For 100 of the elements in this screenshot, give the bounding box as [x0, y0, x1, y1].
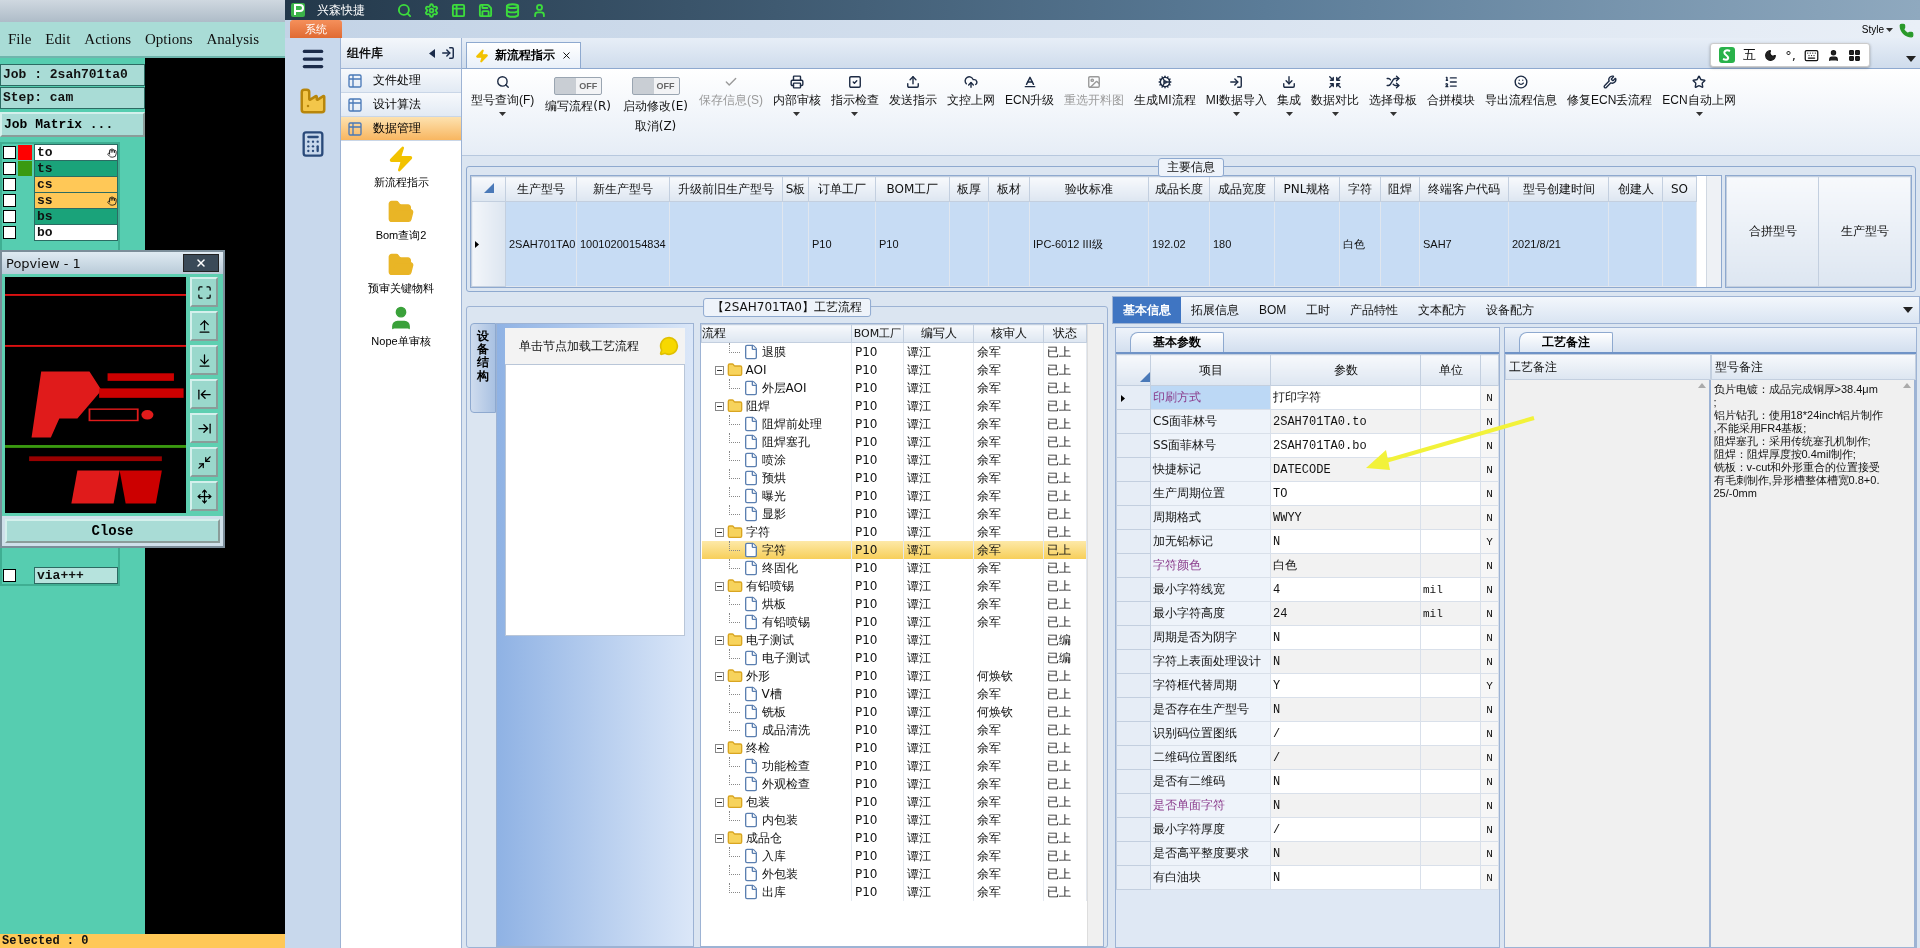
- view-button[interactable]: [190, 379, 218, 409]
- tree-row[interactable]: 阻焊前处理 P10 谭江 余军 已上: [701, 415, 1087, 433]
- tab[interactable]: 产品特性: [1340, 297, 1409, 323]
- tab[interactable]: 拓展信息: [1181, 297, 1249, 323]
- side-tab[interactable]: 设备结构: [470, 323, 496, 413]
- collapse-icon[interactable]: [714, 527, 724, 537]
- person-icon[interactable]: [1827, 48, 1840, 62]
- tab[interactable]: BOM: [1249, 297, 1297, 323]
- tree-row[interactable]: 电子测试 P10 谭江 已编: [701, 649, 1087, 667]
- toolbar-button[interactable]: 导出流程信息: [1480, 73, 1562, 111]
- dropdown-button[interactable]: [1906, 56, 1916, 62]
- collapse-icon[interactable]: [714, 581, 724, 591]
- menu-item[interactable]: Analysis: [206, 30, 260, 48]
- category-item[interactable]: 设计算法: [341, 93, 461, 117]
- toolbar-button[interactable]: 合拼模块: [1422, 73, 1480, 111]
- keyboard-icon[interactable]: [1804, 47, 1819, 63]
- toolbar-button[interactable]: ECN升级: [1000, 73, 1060, 111]
- toolbar-button[interactable]: ECN自动上网: [1657, 73, 1741, 118]
- toolbar-button[interactable]: 选择母板: [1364, 73, 1422, 118]
- toolbar-button[interactable]: 生成MI流程: [1129, 73, 1201, 111]
- table-icon[interactable]: [451, 2, 466, 18]
- sign-in-icon[interactable]: [441, 46, 455, 60]
- view-button[interactable]: [190, 277, 218, 307]
- tree-row[interactable]: 终固化 P10 谭江 余军 已上: [701, 559, 1087, 577]
- collapse-icon[interactable]: [714, 365, 724, 375]
- tree-row[interactable]: 烘板 P10 谭江 余军 已上: [701, 595, 1087, 613]
- layer-checkbox[interactable]: [3, 146, 16, 159]
- toolbar-button[interactable]: MI数据导入: [1200, 73, 1272, 118]
- scrollbar[interactable]: [1706, 176, 1721, 287]
- toolbar-button[interactable]: 指示检查: [826, 73, 884, 118]
- toggle-switch[interactable]: OFF: [554, 77, 603, 95]
- layer-name[interactable]: via+++: [34, 567, 118, 584]
- style-menu[interactable]: Style: [1861, 24, 1893, 38]
- tool-button[interactable]: 新流程指示: [341, 141, 461, 194]
- close-button[interactable]: [183, 254, 219, 272]
- tree-row[interactable]: 成品仓 P10 谭江 余军 已上: [701, 829, 1087, 847]
- grid-icon[interactable]: [1848, 48, 1861, 62]
- collapse-icon[interactable]: [429, 48, 435, 58]
- tree-row[interactable]: 有铅喷锡 P10 谭江 余军 已上: [701, 577, 1087, 595]
- tree-row[interactable]: 出库 P10 谭江 余军 已上: [701, 883, 1087, 901]
- tree-row[interactable]: 曝光 P10 谭江 余军 已上: [701, 487, 1087, 505]
- scrollbar[interactable]: [1087, 324, 1103, 946]
- tree-row[interactable]: 功能检查 P10 谭江 余军 已上: [701, 757, 1087, 775]
- menu-item[interactable]: File: [8, 30, 32, 48]
- collapse-icon[interactable]: [714, 671, 724, 681]
- tree-row[interactable]: 喷涂 P10 谭江 余军 已上: [701, 451, 1087, 469]
- moon-icon[interactable]: [1764, 48, 1778, 62]
- view-button[interactable]: [190, 311, 218, 341]
- toolbar-button[interactable]: 集成: [1272, 73, 1306, 118]
- tree-row[interactable]: 铣板 P10 谭江 何焕钦 已上: [701, 703, 1087, 721]
- menu-item[interactable]: Actions: [84, 30, 131, 48]
- view-button[interactable]: [190, 481, 218, 511]
- database-icon[interactable]: [505, 2, 520, 18]
- tree-row[interactable]: 外包装 P10 谭江 余军 已上: [701, 865, 1087, 883]
- collapse-icon[interactable]: [714, 797, 724, 807]
- document-tab[interactable]: 新流程指示: [466, 42, 581, 68]
- layer-checkbox[interactable]: [3, 226, 16, 239]
- tree-row[interactable]: 外观检查 P10 谭江 余军 已上: [701, 775, 1087, 793]
- pane-tab[interactable]: 基本参数: [1130, 332, 1224, 352]
- collapse-icon[interactable]: [714, 833, 724, 843]
- toolbar-button[interactable]: 修复ECN丢流程: [1562, 73, 1658, 111]
- toolbar-button[interactable]: 型号查询(F): [466, 73, 540, 118]
- tool-button[interactable]: Nope单审核: [341, 300, 461, 353]
- tree-row[interactable]: 入库 P10 谭江 余军 已上: [701, 847, 1087, 865]
- close-icon[interactable]: [561, 50, 572, 61]
- tree-row[interactable]: 电子测试 P10 谭江 已编: [701, 631, 1087, 649]
- view-button[interactable]: [190, 447, 218, 477]
- view-button[interactable]: [190, 413, 218, 443]
- menu-item[interactable]: Edit: [45, 30, 71, 48]
- tree-row[interactable]: 预烘 P10 谭江 余军 已上: [701, 469, 1087, 487]
- toolbar-button[interactable]: 内部审核: [768, 73, 826, 118]
- toggle-switch[interactable]: OFF: [631, 77, 680, 95]
- toolbar-button[interactable]: 发送指示: [884, 73, 942, 111]
- tool-button[interactable]: 预审关键物料: [341, 247, 461, 300]
- search-icon[interactable]: [397, 2, 412, 18]
- tab[interactable]: 工时: [1296, 297, 1341, 323]
- category-item[interactable]: 文件处理: [341, 69, 461, 93]
- tab[interactable]: 文本配方: [1408, 297, 1477, 323]
- job-matrix-button[interactable]: Job Matrix ...: [0, 112, 145, 137]
- layer-checkbox[interactable]: [3, 162, 16, 175]
- layer-checkbox[interactable]: [3, 178, 16, 191]
- tree-row[interactable]: 终检 P10 谭江 余军 已上: [701, 739, 1087, 757]
- layer-name[interactable]: bo: [34, 224, 118, 241]
- tree-row[interactable]: 外形 P10 谭江 何焕钦 已上: [701, 667, 1087, 685]
- phone-icon[interactable]: [1899, 23, 1914, 38]
- tree-row[interactable]: 内包装 P10 谭江 余军 已上: [701, 811, 1087, 829]
- toolbar-button[interactable]: 数据对比: [1306, 73, 1364, 118]
- collapse-icon[interactable]: [714, 401, 724, 411]
- layer-checkbox[interactable]: [3, 194, 16, 207]
- layer-checkbox[interactable]: [3, 210, 16, 223]
- collapse-icon[interactable]: [714, 743, 724, 753]
- tree-row[interactable]: 阻焊塞孔 P10 谭江 余军 已上: [701, 433, 1087, 451]
- layer-checkbox[interactable]: [3, 569, 16, 582]
- menu-item[interactable]: Options: [145, 30, 193, 48]
- tree-row[interactable]: 有铅喷锡 P10 谭江 余军 已上: [701, 613, 1087, 631]
- gear-icon[interactable]: [424, 2, 439, 18]
- save-icon[interactable]: [478, 2, 493, 18]
- pane-tab[interactable]: 工艺备注: [1519, 332, 1613, 352]
- tool-button[interactable]: Bom查询2: [341, 194, 461, 247]
- tree-row[interactable]: 成品清洗 P10 谭江 余军 已上: [701, 721, 1087, 739]
